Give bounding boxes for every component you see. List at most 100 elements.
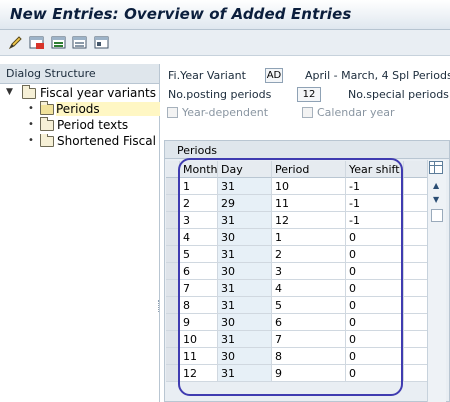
- column-header-month[interactable]: Month: [180, 161, 218, 178]
- cell-empty: [404, 212, 428, 229]
- cell-month[interactable]: 3: [180, 212, 218, 229]
- cell-period[interactable]: 6: [272, 314, 346, 331]
- cell-day[interactable]: 31: [218, 212, 272, 229]
- column-header-period[interactable]: Period: [272, 161, 346, 178]
- cell-year-shift[interactable]: -1: [346, 195, 404, 212]
- cell-period[interactable]: 2: [272, 246, 346, 263]
- table-settings-icon[interactable]: [429, 161, 443, 174]
- cell-year-shift[interactable]: 0: [346, 229, 404, 246]
- scroll-thumb[interactable]: [431, 209, 443, 222]
- row-selector[interactable]: [166, 297, 180, 314]
- cell-empty: [404, 348, 428, 365]
- cell-period[interactable]: 10: [272, 178, 346, 195]
- cell-day[interactable]: 30: [218, 348, 272, 365]
- row-selector[interactable]: [166, 365, 180, 382]
- cell-empty: [404, 195, 428, 212]
- cell-empty: [404, 246, 428, 263]
- cell-day[interactable]: 31: [218, 297, 272, 314]
- cell-period[interactable]: 4: [272, 280, 346, 297]
- year-dependent-checkbox[interactable]: [167, 107, 178, 118]
- edit-pencil-icon[interactable]: [8, 35, 24, 50]
- cell-day[interactable]: 31: [218, 178, 272, 195]
- cell-month[interactable]: 10: [180, 331, 218, 348]
- cell-period[interactable]: 1: [272, 229, 346, 246]
- cell-empty: [404, 178, 428, 195]
- page-title: New Entries: Overview of Added Entries: [10, 5, 352, 23]
- cell-empty: [404, 314, 428, 331]
- cell-year-shift[interactable]: 0: [346, 365, 404, 382]
- tree-item-label: Fiscal year variants: [40, 86, 156, 100]
- tree-item-shortened-fiscal-year[interactable]: • Shortened Fiscal Y: [0, 134, 158, 150]
- expand-arrow-icon[interactable]: ▼: [6, 87, 13, 97]
- cell-month[interactable]: 4: [180, 229, 218, 246]
- cell-month[interactable]: 9: [180, 314, 218, 331]
- cell-period[interactable]: 7: [272, 331, 346, 348]
- cell-month[interactable]: 5: [180, 246, 218, 263]
- row-selector[interactable]: [166, 314, 180, 331]
- cell-day[interactable]: 31: [218, 246, 272, 263]
- cell-year-shift[interactable]: 0: [346, 297, 404, 314]
- row-selector[interactable]: [166, 178, 180, 195]
- select-all-icon[interactable]: [51, 35, 67, 50]
- cell-period[interactable]: 5: [272, 297, 346, 314]
- cell-day[interactable]: 31: [218, 365, 272, 382]
- tree-item-period-texts[interactable]: • Period texts: [0, 117, 158, 134]
- scroll-down-arrow-icon[interactable]: ▼: [433, 195, 439, 204]
- column-header-year-shift[interactable]: Year shift: [346, 161, 404, 178]
- cell-year-shift[interactable]: 0: [346, 280, 404, 297]
- row-selector[interactable]: [166, 229, 180, 246]
- cell-day[interactable]: 30: [218, 263, 272, 280]
- row-selector[interactable]: [166, 212, 180, 229]
- cell-day[interactable]: 31: [218, 331, 272, 348]
- tree-item-periods[interactable]: • Periods: [0, 101, 201, 118]
- cell-month[interactable]: 1: [180, 178, 218, 195]
- cell-year-shift[interactable]: 0: [346, 348, 404, 365]
- cell-day[interactable]: 29: [218, 195, 272, 212]
- title-bar: New Entries: Overview of Added Entries: [0, 0, 450, 30]
- cell-month[interactable]: 11: [180, 348, 218, 365]
- row-selector[interactable]: [166, 246, 180, 263]
- fiscal-year-variant-label: Fi.Year Variant: [168, 69, 246, 82]
- year-dependent-label: Year-dependent: [182, 106, 269, 119]
- cell-year-shift[interactable]: 0: [346, 331, 404, 348]
- select-all-column-header[interactable]: [166, 161, 180, 178]
- column-header-day[interactable]: Day: [218, 161, 272, 178]
- cell-empty: [404, 280, 428, 297]
- cell-period[interactable]: 12: [272, 212, 346, 229]
- cell-month[interactable]: 8: [180, 297, 218, 314]
- cell-day[interactable]: 30: [218, 229, 272, 246]
- cell-year-shift[interactable]: -1: [346, 178, 404, 195]
- row-selector[interactable]: [166, 331, 180, 348]
- folder-icon: [22, 85, 36, 99]
- fiscal-year-variant-field[interactable]: AD: [265, 68, 283, 83]
- row-selector[interactable]: [166, 348, 180, 365]
- cell-month[interactable]: 6: [180, 263, 218, 280]
- cell-period[interactable]: 9: [272, 365, 346, 382]
- row-selector[interactable]: [166, 195, 180, 212]
- cell-day[interactable]: 30: [218, 314, 272, 331]
- cell-year-shift[interactable]: 0: [346, 314, 404, 331]
- posting-periods-field[interactable]: 12: [297, 87, 321, 102]
- calendar-year-checkbox[interactable]: [302, 107, 313, 118]
- cell-day[interactable]: 31: [218, 280, 272, 297]
- bullet-icon: •: [28, 103, 34, 114]
- tree-item-fiscal-year-variants[interactable]: ▼ Fiscal year variants: [0, 85, 158, 102]
- tree-item-label: Period texts: [57, 118, 129, 132]
- cell-period[interactable]: 11: [272, 195, 346, 212]
- delete-row-icon[interactable]: [29, 35, 45, 50]
- folder-icon: [40, 117, 54, 131]
- cell-year-shift[interactable]: -1: [346, 212, 404, 229]
- cell-year-shift[interactable]: 0: [346, 263, 404, 280]
- row-selector[interactable]: [166, 263, 180, 280]
- scroll-up-arrow-icon[interactable]: ▲: [433, 181, 439, 190]
- cell-period[interactable]: 3: [272, 263, 346, 280]
- cell-period[interactable]: 8: [272, 348, 346, 365]
- cell-month[interactable]: 12: [180, 365, 218, 382]
- cell-year-shift[interactable]: 0: [346, 246, 404, 263]
- cell-month[interactable]: 2: [180, 195, 218, 212]
- periods-section-title: Periods: [165, 141, 449, 159]
- deselect-all-icon[interactable]: [72, 35, 88, 50]
- cell-month[interactable]: 7: [180, 280, 218, 297]
- choose-icon[interactable]: [94, 35, 110, 50]
- row-selector[interactable]: [166, 280, 180, 297]
